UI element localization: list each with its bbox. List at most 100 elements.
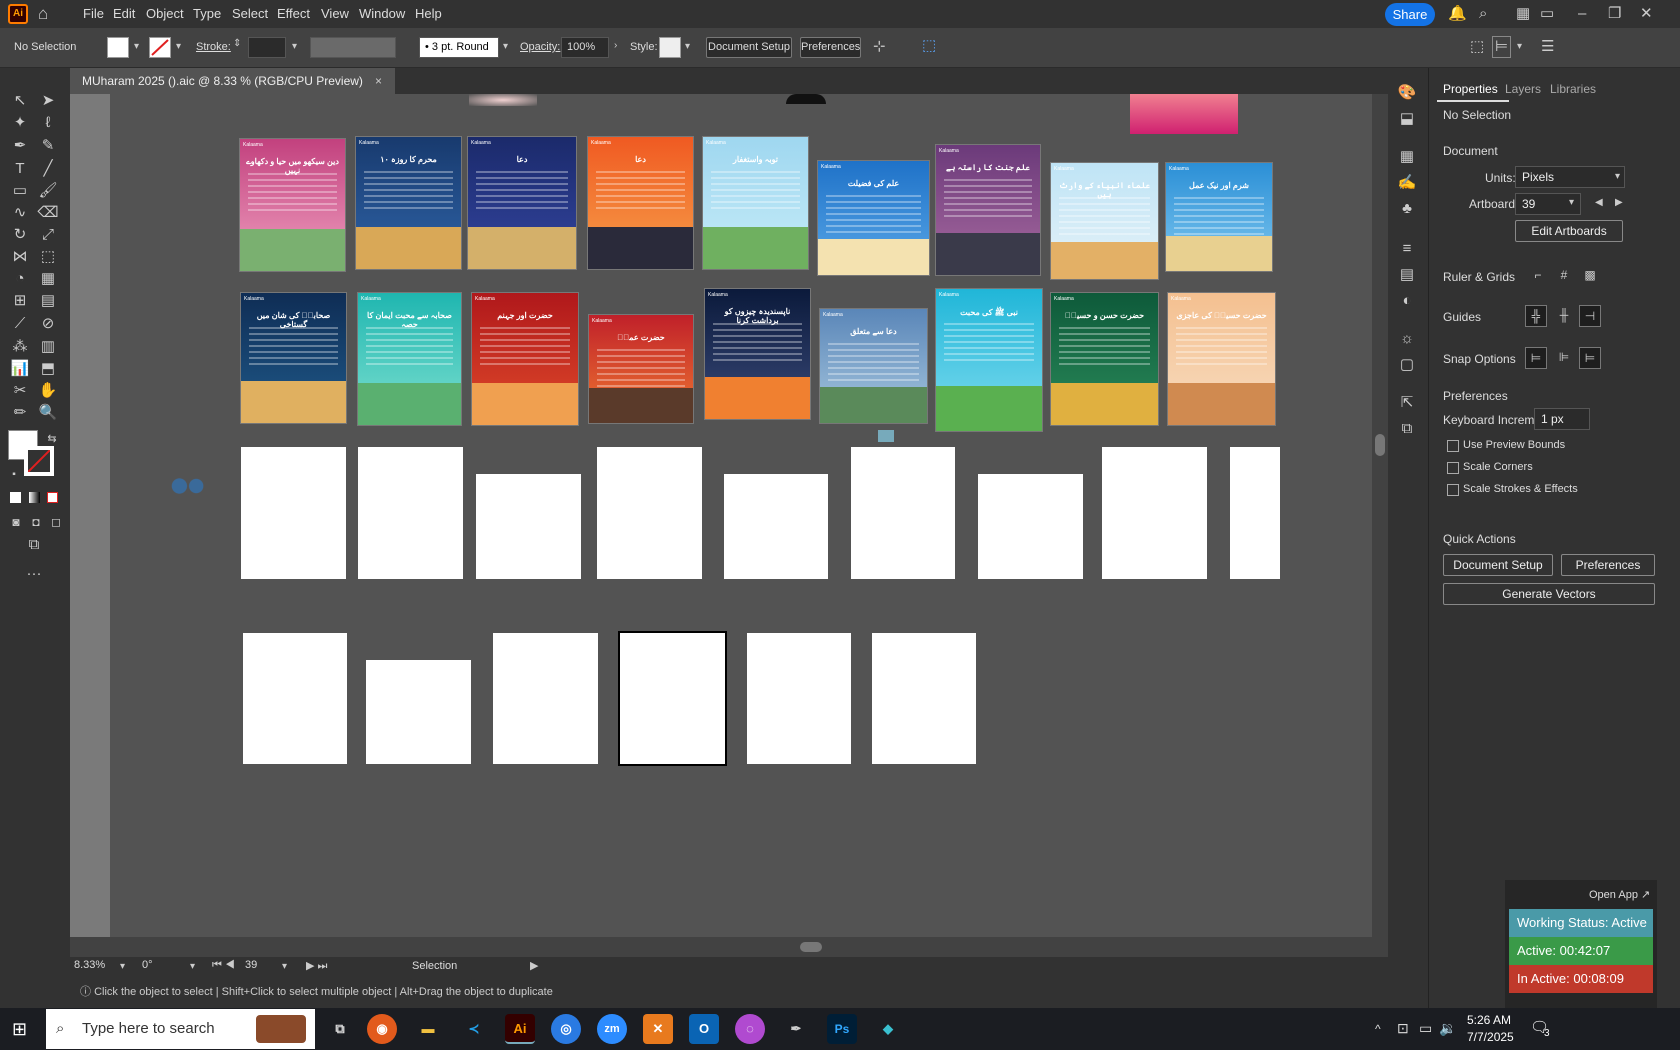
row2-post-artboard[interactable]: Kalaama حضرت اور جہنم bbox=[471, 292, 579, 426]
empty-artboard[interactable] bbox=[476, 474, 581, 579]
generate-vectors-button[interactable]: Generate Vectors bbox=[1443, 583, 1655, 605]
tray-app-icon[interactable]: ⊡ bbox=[1397, 1020, 1409, 1037]
swatches-icon[interactable]: ▦ bbox=[1396, 146, 1418, 168]
symbol-sprayer-icon[interactable]: ⁂ bbox=[8, 336, 32, 358]
color-icon[interactable]: 🎨 bbox=[1396, 82, 1418, 104]
active-artboard[interactable] bbox=[618, 631, 727, 766]
appearance-icon[interactable]: ☼ bbox=[1396, 328, 1418, 350]
none-mode-icon[interactable] bbox=[47, 492, 58, 503]
task-view-icon[interactable]: ⧉ bbox=[325, 1014, 355, 1044]
smart-guides-icon[interactable]: ⊣ bbox=[1579, 305, 1601, 327]
panel-menu-icon[interactable]: ☰ bbox=[1541, 37, 1554, 57]
new-feature-icon[interactable]: ⬚ bbox=[922, 36, 936, 56]
preferences-button[interactable]: Preferences bbox=[800, 37, 861, 58]
row1-post-artboard[interactable]: Kalaama علم کی فضیلت bbox=[817, 160, 930, 276]
rectangle-tool-icon[interactable]: ▭ bbox=[8, 180, 32, 202]
transparency-icon[interactable]: ◐ bbox=[1396, 290, 1418, 312]
file-explorer-icon[interactable]: ▬ bbox=[413, 1014, 443, 1044]
battery-icon[interactable]: ▭ bbox=[1419, 1020, 1432, 1037]
graphic-styles-icon[interactable]: ▢ bbox=[1396, 354, 1418, 376]
document-setup-button[interactable]: Document Setup bbox=[1443, 554, 1553, 576]
stroke-weight-input[interactable] bbox=[248, 37, 286, 58]
row2-post-artboard[interactable]: Kalaama صحابہ سے محبت ایمان کا حصہ bbox=[357, 292, 462, 426]
fill-swatch[interactable] bbox=[107, 37, 129, 58]
canvas[interactable]: Kalaama دین سیکھو میں حیا و دکھاوے نہیں Ka… bbox=[70, 94, 1372, 956]
snap-to-pixel-icon[interactable]: ⊨ bbox=[1579, 347, 1601, 369]
empty-artboard[interactable] bbox=[724, 474, 828, 579]
magic-wand-icon[interactable]: ✦ bbox=[8, 112, 32, 134]
empty-artboard[interactable] bbox=[358, 447, 463, 579]
zoom-icon[interactable]: zm bbox=[597, 1014, 627, 1044]
chrome-icon[interactable]: ◎ bbox=[551, 1014, 581, 1044]
chevron-down-icon[interactable]: ▾ bbox=[503, 41, 508, 52]
tracker-app-icon[interactable]: ◆ bbox=[873, 1014, 903, 1044]
default-colors-icon[interactable]: ▪ bbox=[2, 464, 26, 486]
tab-layers[interactable]: Layers bbox=[1505, 82, 1541, 96]
row1-post-artboard[interactable]: Kalaama شرم اور نیک عمل bbox=[1165, 162, 1273, 272]
vertical-scroll-thumb[interactable] bbox=[1375, 434, 1385, 456]
style-swatch[interactable] bbox=[659, 37, 681, 58]
next-artboard-icon[interactable]: ▶ bbox=[1615, 197, 1623, 208]
chevron-down-icon[interactable]: ▾ bbox=[282, 961, 287, 972]
width-tool-icon[interactable]: ⋈ bbox=[8, 246, 32, 268]
windows-start-icon[interactable]: ⊞ bbox=[12, 1019, 27, 1040]
volume-icon[interactable]: 🔉 bbox=[1439, 1020, 1456, 1037]
empty-artboard[interactable] bbox=[597, 447, 702, 579]
show-guides-icon[interactable]: ╬ bbox=[1525, 305, 1547, 327]
status-menu-icon[interactable]: ▶ bbox=[530, 959, 538, 972]
menu-help[interactable]: Help bbox=[409, 0, 448, 28]
keyboard-increment-input[interactable]: 1 px bbox=[1534, 408, 1590, 430]
taskbar-search[interactable]: ⌕ Type here to search bbox=[46, 1009, 315, 1049]
pen-app-icon[interactable]: ✒ bbox=[781, 1014, 811, 1044]
menu-effect[interactable]: Effect bbox=[271, 0, 316, 28]
color-mode-icon[interactable] bbox=[10, 492, 21, 503]
opacity-label[interactable]: Opacity: bbox=[520, 41, 560, 53]
row1-post-artboard[interactable]: Kalaama دین سیکھو میں حیا و دکھاوے نہیں bbox=[239, 138, 346, 272]
stroke-stepper-icon[interactable]: ⇕ bbox=[233, 38, 241, 49]
rotate-tool-icon[interactable]: ↻ bbox=[8, 224, 32, 246]
row2-post-artboard[interactable]: Kalaama نبی ﷺ کی محبت bbox=[935, 288, 1043, 432]
tab-libraries[interactable]: Libraries bbox=[1550, 82, 1596, 96]
chevron-down-icon[interactable]: ▾ bbox=[190, 961, 195, 972]
direct-selection-tool-icon[interactable]: ➤ bbox=[36, 90, 60, 112]
pen-tool-icon[interactable]: ✒ bbox=[8, 135, 32, 157]
chevron-down-icon[interactable]: ▾ bbox=[1517, 41, 1522, 52]
artboards-icon[interactable]: ⧉ bbox=[1396, 418, 1418, 440]
row2-post-artboard[interactable]: Kalaama حضرت حسینؓ کی عاجزی bbox=[1167, 292, 1276, 426]
arrange-icon[interactable]: ▭ bbox=[1540, 4, 1554, 24]
empty-artboard[interactable] bbox=[851, 447, 955, 579]
edit-artboards-button[interactable]: Edit Artboards bbox=[1515, 220, 1623, 242]
stroke-label[interactable]: Stroke: bbox=[196, 41, 231, 53]
tab-properties[interactable]: Properties bbox=[1443, 82, 1498, 96]
chevron-down-icon[interactable]: ▾ bbox=[176, 41, 181, 52]
snap-to-grid-icon[interactable]: ⊫ bbox=[1553, 347, 1575, 369]
chevron-down-icon[interactable]: ▾ bbox=[134, 41, 139, 52]
empty-artboard[interactable] bbox=[1102, 447, 1207, 579]
menu-file[interactable]: File bbox=[77, 0, 110, 28]
transform-icon[interactable]: ⊹ bbox=[873, 37, 886, 57]
row2-post-artboard[interactable]: Kalaama حضرت حسن و حسینؓ bbox=[1050, 292, 1159, 426]
zoom-tool-icon[interactable]: 🔍 bbox=[36, 402, 60, 424]
menu-select[interactable]: Select bbox=[226, 0, 274, 28]
menu-window[interactable]: Window bbox=[353, 0, 411, 28]
ruler-icon[interactable]: ⌐ bbox=[1527, 265, 1549, 287]
eyedropper-icon[interactable]: ⟋ bbox=[8, 313, 32, 335]
gradient-mode-icon[interactable] bbox=[29, 492, 40, 503]
home-icon[interactable]: ⌂ bbox=[38, 4, 58, 24]
close-window-icon[interactable]: ✕ bbox=[1640, 4, 1653, 24]
row2-post-artboard[interactable]: Kalaama صحابہؓ کی شان میں گستاخی bbox=[240, 292, 347, 424]
variable-width-profile[interactable] bbox=[310, 37, 396, 58]
brushes-icon[interactable]: ✍ bbox=[1396, 172, 1418, 194]
document-setup-button[interactable]: Document Setup bbox=[706, 37, 792, 58]
workspace-icon[interactable]: ▦ bbox=[1516, 4, 1530, 24]
restore-icon[interactable]: ❐ bbox=[1608, 4, 1621, 24]
menu-type[interactable]: Type bbox=[187, 0, 227, 28]
previous-artboard-icon[interactable]: ◀ bbox=[1595, 197, 1603, 208]
line-tool-icon[interactable]: ╱ bbox=[36, 158, 60, 180]
more-tools-icon[interactable]: ··· bbox=[22, 563, 46, 585]
minimize-icon[interactable]: – bbox=[1578, 4, 1586, 24]
shape-builder-icon[interactable]: ◔ bbox=[8, 268, 32, 290]
empty-artboard[interactable] bbox=[243, 633, 347, 764]
export-icon[interactable]: ⇱ bbox=[1396, 392, 1418, 414]
mesh-tool-icon[interactable]: ⊞ bbox=[8, 290, 32, 312]
